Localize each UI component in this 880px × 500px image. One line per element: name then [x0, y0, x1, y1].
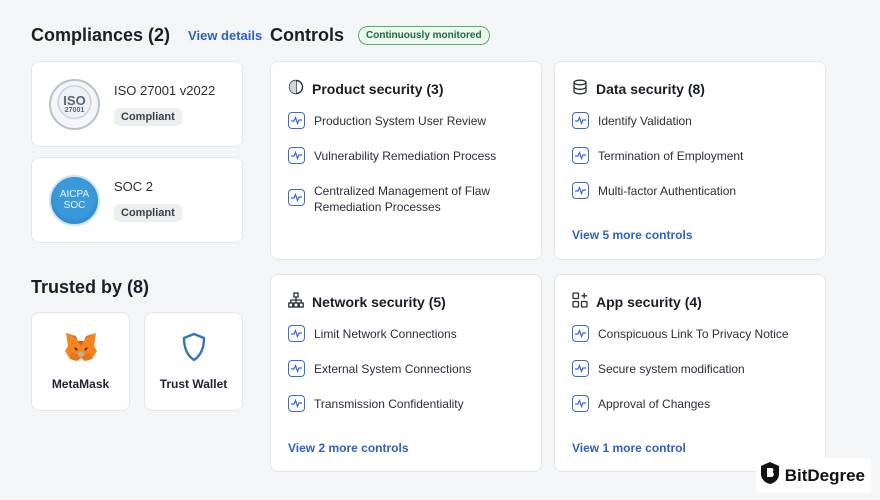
trusted-card-trust-wallet[interactable]: Trust Wallet: [144, 312, 243, 411]
control-item[interactable]: Termination of Employment: [572, 147, 809, 164]
control-card-data-security: Data security (8) Identify Validation Te…: [554, 61, 826, 260]
bitdegree-logo-icon: [760, 461, 780, 490]
trusted-by-title: Trusted by (8): [31, 277, 150, 297]
control-item[interactable]: Secure system modification: [572, 360, 809, 377]
trusted-name: MetaMask: [51, 377, 110, 391]
pulse-icon: [288, 360, 305, 377]
compliance-card-soc2[interactable]: AICPA SOC SOC 2 Compliant: [31, 157, 243, 243]
control-card-title: Data security (8): [572, 79, 809, 98]
pulse-icon: [572, 395, 589, 412]
aicpa-badge-icon: AICPA SOC: [49, 174, 100, 226]
pulse-icon: [572, 325, 589, 342]
shield-icon: [181, 332, 207, 367]
pulse-icon: [288, 189, 305, 206]
control-card-title: App security (4): [572, 292, 809, 311]
compliance-name: SOC 2: [114, 178, 154, 194]
status-badge: Compliant: [114, 203, 182, 222]
pulse-icon: [572, 112, 589, 129]
compliance-name: ISO 27001 v2022: [114, 82, 216, 98]
view-more-controls-link[interactable]: View 5 more controls: [572, 228, 693, 242]
control-item[interactable]: Centralized Management of Flaw Remediati…: [288, 183, 525, 215]
pulse-icon: [288, 112, 305, 129]
view-details-link[interactable]: View details: [188, 28, 262, 43]
pulse-icon: [288, 395, 305, 412]
control-card-app-security: App security (4) Conspicuous Link To Pri…: [554, 274, 826, 472]
control-item[interactable]: Production System User Review: [288, 112, 525, 129]
pulse-icon: [572, 147, 589, 164]
control-item[interactable]: Approval of Changes: [572, 395, 809, 412]
shield-half-icon: [288, 79, 304, 98]
control-card-title: Network security (5): [288, 292, 525, 311]
compliances-header: Compliances (2) View details: [31, 25, 262, 46]
control-item[interactable]: Transmission Confidentiality: [288, 395, 525, 412]
monitoring-badge: Continuously monitored: [358, 26, 490, 45]
iso-badge-icon: ISO 27001: [49, 78, 100, 130]
pulse-icon: [572, 182, 589, 199]
pulse-icon: [572, 360, 589, 377]
control-item[interactable]: Identify Validation: [572, 112, 809, 129]
pulse-icon: [288, 325, 305, 342]
view-more-controls-link[interactable]: View 1 more control: [572, 441, 686, 455]
control-card-network-security: Network security (5) Limit Network Conne…: [270, 274, 542, 472]
controls-title: Controls: [270, 25, 344, 45]
trusted-card-metamask[interactable]: MetaMask: [31, 312, 130, 411]
network-icon: [288, 292, 304, 311]
control-item[interactable]: Vulnerability Remediation Process: [288, 147, 525, 164]
control-item[interactable]: Multi-factor Authentication: [572, 182, 809, 199]
control-item[interactable]: Limit Network Connections: [288, 325, 525, 342]
trusted-name: Trust Wallet: [159, 377, 228, 391]
compliance-card-iso[interactable]: ISO 27001 ISO 27001 v2022 Compliant: [31, 61, 243, 147]
bitdegree-wordmark: BitDegree: [784, 465, 865, 485]
control-card-title: Product security (3): [288, 79, 525, 98]
database-icon: [572, 79, 588, 98]
view-more-controls-link[interactable]: View 2 more controls: [288, 441, 409, 455]
apps-icon: [572, 292, 588, 311]
control-item[interactable]: External System Connections: [288, 360, 525, 377]
pulse-icon: [288, 147, 305, 164]
control-card-product-security: Product security (3) Production System U…: [270, 61, 542, 260]
compliances-title: Compliances (2): [31, 25, 171, 45]
status-badge: Compliant: [114, 107, 182, 126]
control-item[interactable]: Conspicuous Link To Privacy Notice: [572, 325, 809, 342]
controls-header: Controls Continuously monitored: [270, 25, 490, 46]
fox-icon: [64, 332, 98, 367]
bitdegree-watermark: BitDegree: [755, 458, 871, 493]
